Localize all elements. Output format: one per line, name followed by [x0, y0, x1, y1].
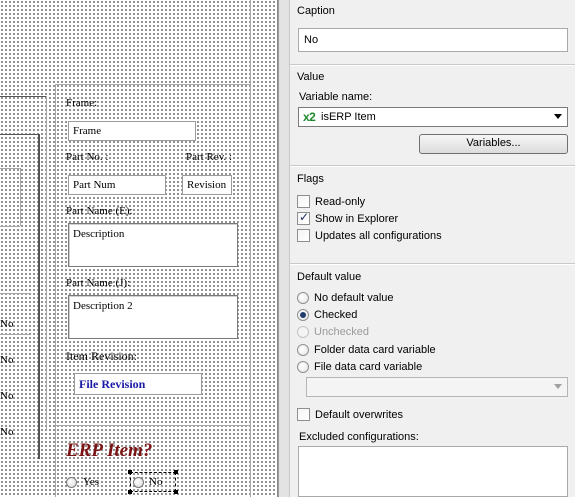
part-name-j-label: Part Name (J):: [66, 277, 131, 289]
unchecked-radio: Unchecked: [297, 324, 369, 339]
item-revision-label: Item Revision:: [66, 349, 137, 363]
radio-circle[interactable]: [297, 291, 309, 304]
variable-name-dropdown[interactable]: x2 isERP Item: [298, 107, 568, 127]
folder-data-card-variable-radio[interactable]: Folder data card variable: [297, 342, 436, 357]
splitter-bar[interactable]: [278, 0, 290, 497]
updates-all-configurations-label: Updates all configurations: [315, 229, 442, 242]
variable-icon: x2: [303, 110, 316, 124]
file-variable-dropdown: [306, 377, 568, 397]
property-panel: Caption No Value Variable name: x2 isERP…: [290, 0, 575, 497]
default-overwrites-checkbox[interactable]: Default overwrites: [297, 407, 403, 422]
left-row-line-1: [0, 293, 30, 294]
folder-data-card-variable-label: Folder data card variable: [314, 343, 436, 356]
edge-no-label-4: No: [0, 426, 14, 438]
left-box-top-line: [0, 168, 20, 169]
show-in-explorer-label: Show in Explorer: [315, 212, 399, 225]
no-radio-label: No: [149, 476, 163, 488]
main-group-left-border: [55, 84, 56, 497]
left-inner-top-line: [0, 134, 38, 135]
read-only-checkbox[interactable]: Read-only: [297, 194, 365, 209]
flags-section-title: Flags: [297, 173, 324, 185]
left-box-bottom-line: [0, 226, 20, 227]
yes-radio[interactable]: [66, 477, 77, 488]
variable-name-label: Variable name:: [299, 91, 373, 103]
left-row-line-2: [0, 334, 30, 335]
description-textarea[interactable]: Description: [68, 223, 238, 267]
checkbox-box[interactable]: [297, 229, 310, 242]
top-right-border: [250, 0, 251, 84]
edge-no-label-2: No: [0, 354, 14, 366]
checked-label: Checked: [314, 308, 358, 321]
checked-radio[interactable]: Checked: [297, 307, 357, 322]
read-only-label: Read-only: [315, 195, 366, 208]
radio-circle[interactable]: [297, 308, 309, 321]
caption-input[interactable]: No: [298, 28, 568, 52]
main-group-right-border: [250, 84, 251, 497]
selection-handle-br[interactable]: [174, 490, 178, 494]
unchecked-label: Unchecked: [314, 325, 370, 338]
main-group-top-border: [55, 84, 251, 85]
part-rev-label: Part Rev. :: [186, 151, 233, 163]
file-revision-field[interactable]: File Revision: [74, 373, 202, 395]
excluded-configurations-list[interactable]: [298, 446, 568, 497]
radio-circle[interactable]: [297, 343, 309, 356]
section-separator: [290, 165, 575, 167]
main-group-mid-line: [55, 425, 251, 426]
description2-textarea[interactable]: Description 2: [68, 295, 238, 339]
section-separator: [290, 64, 575, 66]
left-group-right-line: [46, 96, 47, 430]
part-name-e-label: Part Name (E):: [66, 205, 133, 217]
selection-handle-bl[interactable]: [128, 490, 132, 494]
chevron-down-icon: [554, 384, 562, 389]
default-overwrites-label: Default overwrites: [315, 408, 404, 421]
chevron-down-icon: [554, 114, 562, 119]
file-data-card-variable-label: File data card variable: [314, 360, 423, 373]
no-radio[interactable]: [133, 477, 144, 488]
selection-handle-tl[interactable]: [128, 470, 132, 474]
excluded-configurations-label: Excluded configurations:: [299, 431, 419, 443]
frame-textbox[interactable]: Frame: [68, 121, 196, 141]
part-no-label: Part No. :: [66, 151, 109, 163]
checkbox-box[interactable]: [297, 195, 310, 208]
revision-textbox[interactable]: Revision: [182, 175, 232, 195]
erp-item-title: ERP Item?: [66, 440, 153, 461]
no-default-value-label: No default value: [314, 291, 394, 304]
edge-no-label-1: No: [0, 318, 14, 330]
checkbox-box[interactable]: [297, 210, 310, 225]
updates-all-configurations-checkbox[interactable]: Updates all configurations: [297, 228, 442, 243]
part-num-textbox[interactable]: Part Num: [68, 175, 166, 195]
default-value-section-title: Default value: [297, 271, 362, 283]
value-section-title: Value: [297, 71, 325, 83]
edge-no-label-3: No: [0, 390, 14, 402]
file-data-card-variable-radio[interactable]: File data card variable: [297, 359, 422, 374]
radio-circle[interactable]: [297, 360, 309, 373]
no-default-value-radio[interactable]: No default value: [297, 290, 394, 305]
section-separator: [290, 263, 575, 265]
left-inner-right-line: [38, 134, 40, 459]
variables-button[interactable]: Variables...: [419, 134, 568, 154]
selection-handle-tr[interactable]: [174, 470, 178, 474]
left-box-right-line: [20, 168, 21, 226]
frame-label: Frame:: [66, 97, 98, 109]
checkbox-box[interactable]: [297, 408, 310, 421]
show-in-explorer-checkbox[interactable]: Show in Explorer: [297, 210, 399, 226]
left-group-top-line: [0, 96, 46, 97]
yes-radio-label: Yes: [83, 476, 100, 488]
design-canvas[interactable]: No No No No Frame: Frame Part No. : Part…: [0, 0, 278, 497]
radio-circle: [297, 325, 309, 338]
variable-name-value: isERP Item: [321, 111, 376, 123]
caption-section-title: Caption: [297, 5, 335, 17]
